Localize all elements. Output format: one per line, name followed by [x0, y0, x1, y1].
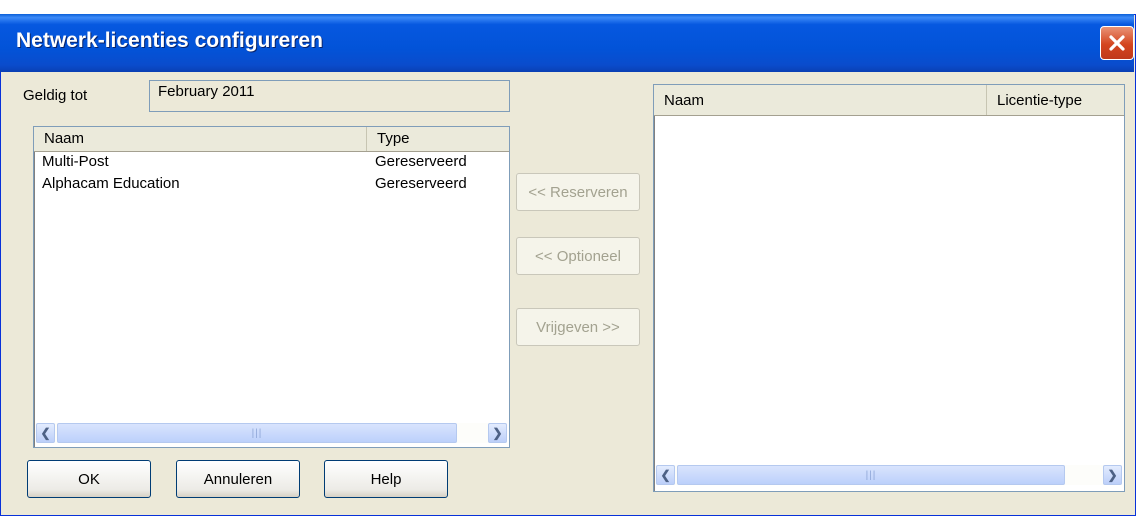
scrollbar-thumb[interactable]: |||	[677, 465, 1065, 485]
license-type: Gereserveerd	[375, 175, 467, 192]
license-name: Multi-Post	[42, 153, 109, 170]
ok-button[interactable]: OK	[27, 460, 151, 498]
window-title: Netwerk-licenties configureren	[16, 29, 323, 52]
selected-list-header: Naam Licentie-type	[654, 85, 1124, 116]
license-name: Alphacam Education	[42, 175, 180, 192]
available-licenses-list[interactable]: Naam Type Multi-Post Gereserveerd Alphac…	[33, 126, 510, 448]
close-button[interactable]	[1100, 26, 1134, 60]
dialog-client-area: Geldig tot February 2011 Naam Type Multi…	[3, 72, 1131, 512]
column-header-name[interactable]: Naam	[34, 127, 367, 151]
column-header-type[interactable]: Type	[367, 127, 509, 151]
title-bar[interactable]: Netwerk-licenties configureren	[0, 14, 1134, 72]
column-header-license-type[interactable]: Licentie-type	[987, 85, 1124, 115]
column-header-name[interactable]: Naam	[654, 85, 987, 115]
window-top-strip	[0, 0, 1134, 14]
scroll-right-arrow-icon[interactable]: ❯	[1103, 465, 1122, 485]
help-button[interactable]: Help	[324, 460, 448, 498]
cancel-button[interactable]: Annuleren	[176, 460, 300, 498]
close-icon	[1109, 35, 1125, 51]
scrollbar-thumb[interactable]: |||	[57, 423, 457, 443]
scroll-left-arrow-icon[interactable]: ❮	[36, 423, 55, 443]
optional-button[interactable]: << Optioneel	[516, 237, 640, 275]
reserve-button[interactable]: << Reserveren	[516, 173, 640, 211]
list-item[interactable]: Multi-Post Gereserveerd	[34, 152, 509, 174]
available-list-header: Naam Type	[34, 127, 509, 152]
available-list-horizontal-scrollbar[interactable]: ❮ ||| ❯	[36, 423, 507, 443]
valid-until-label: Geldig tot	[23, 87, 88, 104]
valid-until-field: February 2011	[149, 80, 510, 112]
license-type: Gereserveerd	[375, 153, 467, 170]
scroll-right-arrow-icon[interactable]: ❯	[488, 423, 507, 443]
selected-list-horizontal-scrollbar[interactable]: ❮ ||| ❯	[656, 465, 1122, 485]
release-button[interactable]: Vrijgeven >>	[516, 308, 640, 346]
scroll-left-arrow-icon[interactable]: ❮	[656, 465, 675, 485]
selected-licenses-list[interactable]: Naam Licentie-type ❮ ||| ❯	[653, 84, 1125, 492]
list-item[interactable]: Alphacam Education Gereserveerd	[34, 174, 509, 196]
